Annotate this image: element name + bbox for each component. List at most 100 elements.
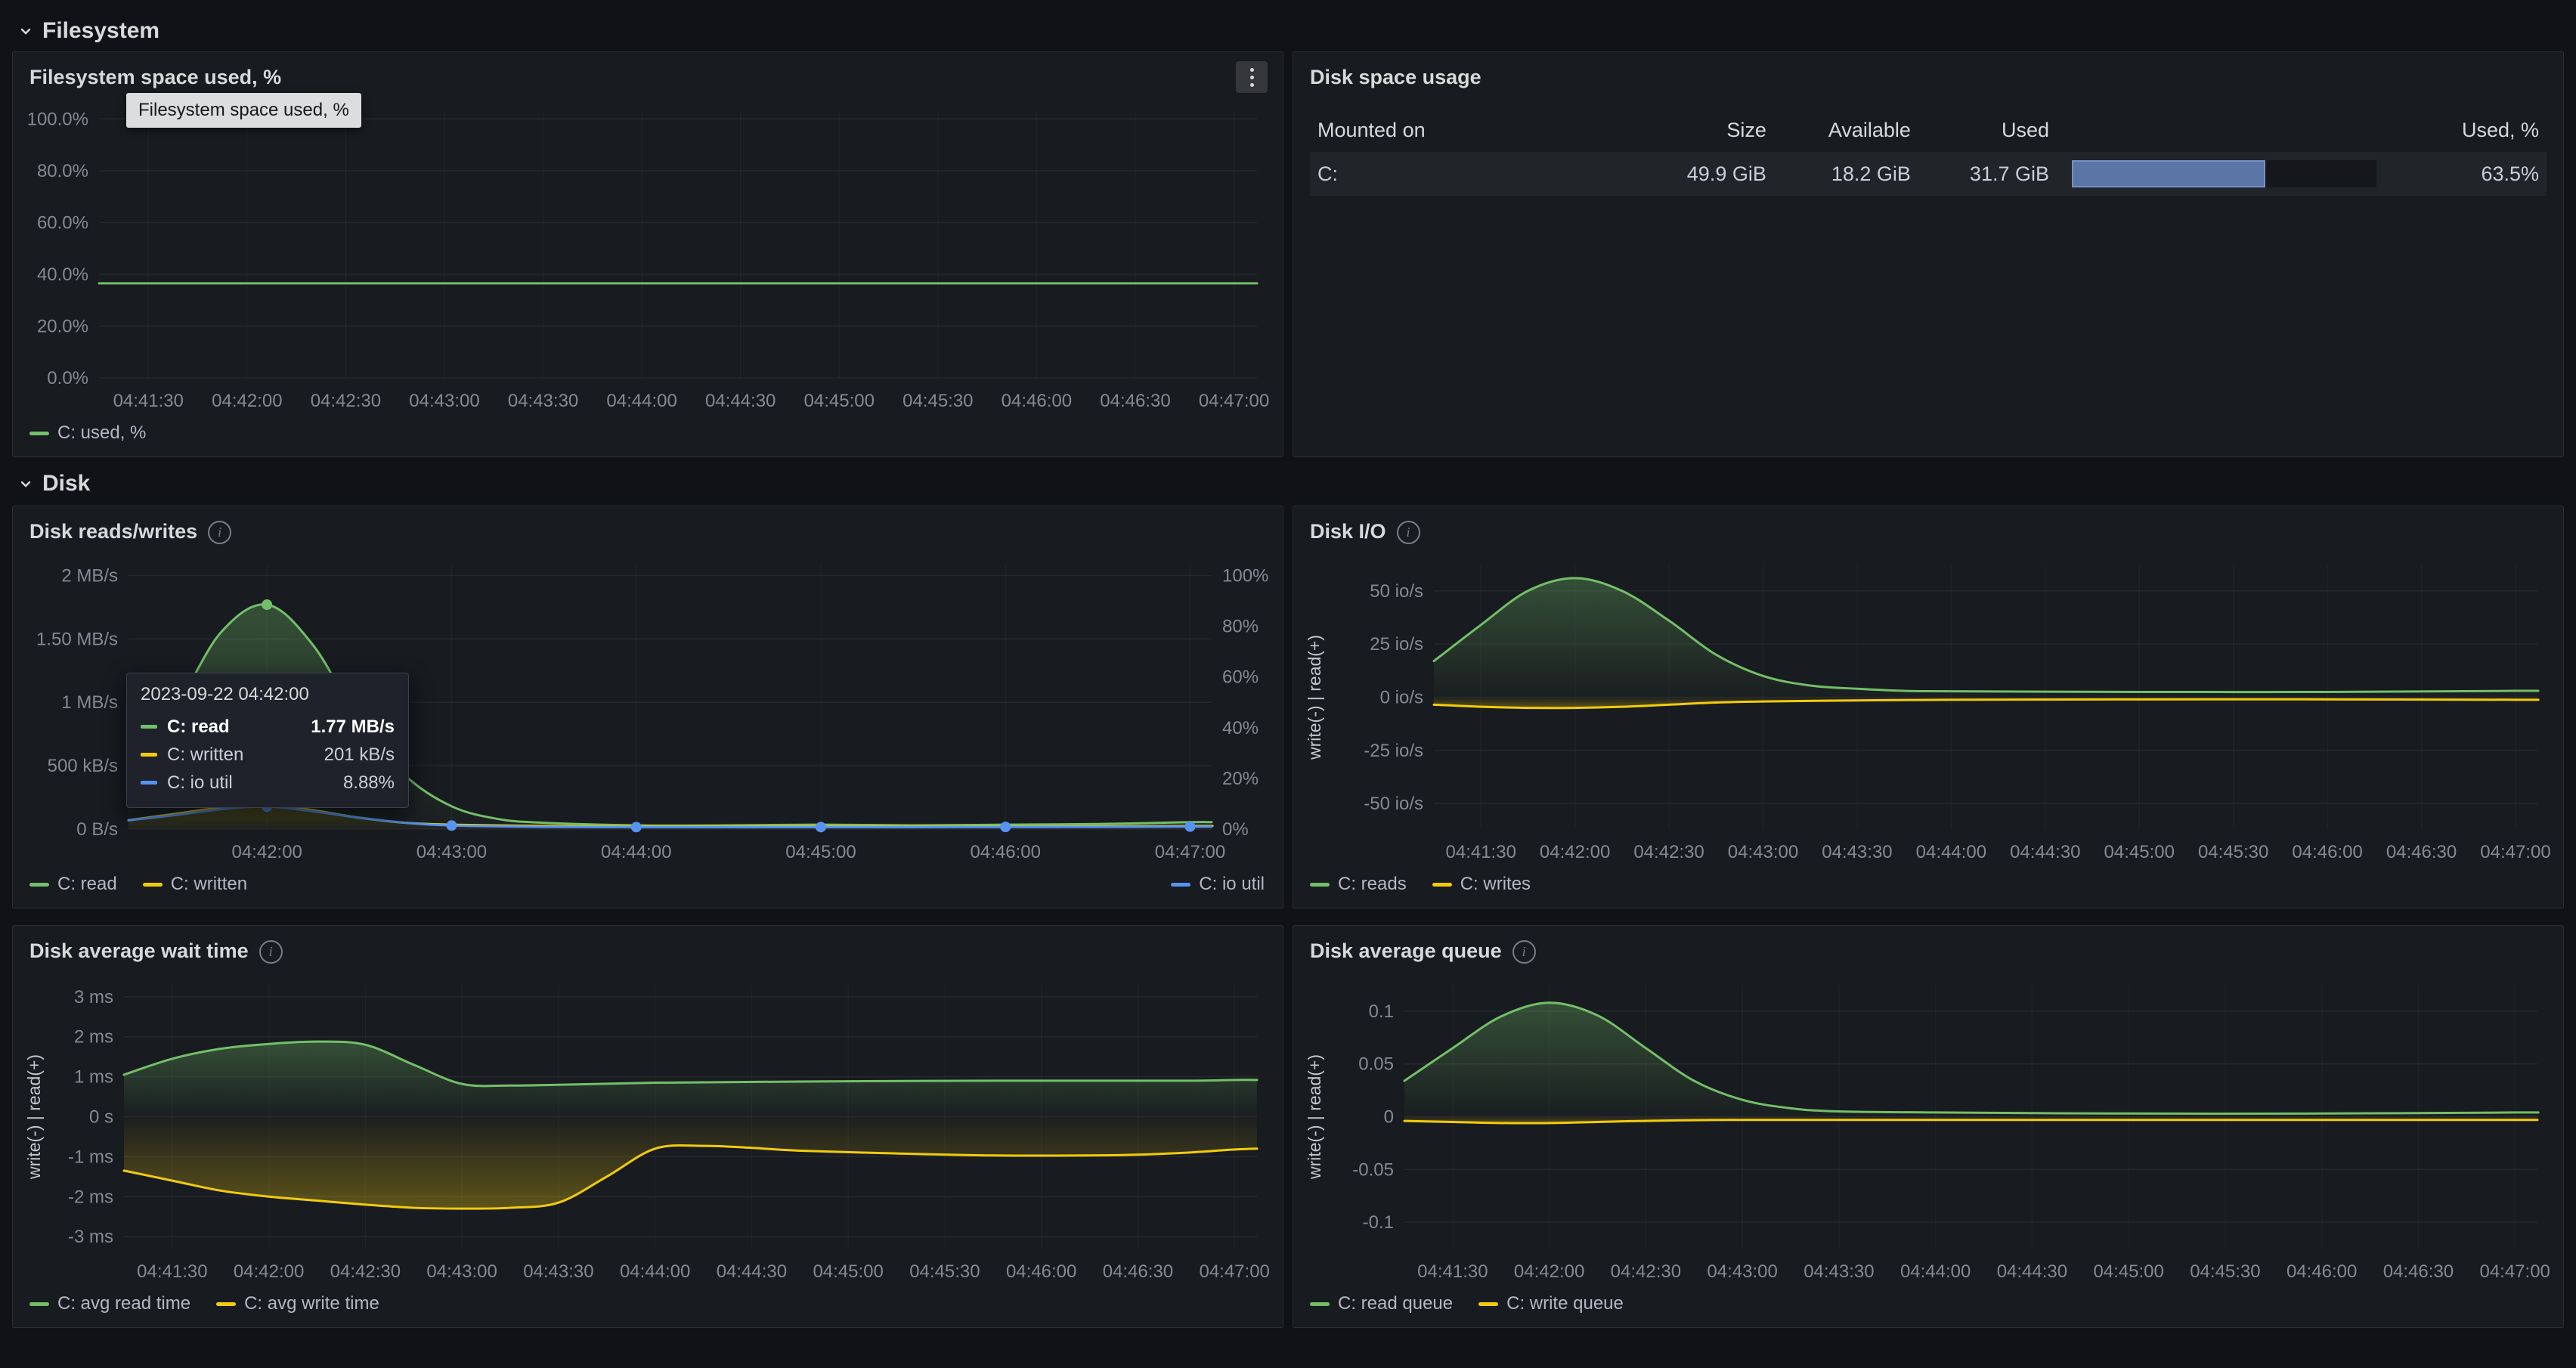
svg-text:40.0%: 40.0% <box>37 265 88 285</box>
legend-swatch <box>1432 883 1452 887</box>
tooltip-row: C: written 201 kB/s <box>141 741 395 769</box>
disk-space-table: Mounted on Size Available Used Used, % C… <box>1293 97 2563 206</box>
section-header-filesystem[interactable]: Filesystem <box>12 11 2564 51</box>
panel-header[interactable]: Filesystem space used, % <box>13 52 1283 97</box>
svg-text:04:45:00: 04:45:00 <box>813 1261 883 1282</box>
panel-title: Disk space usage <box>1310 66 1482 89</box>
dashboard-page: Filesystem Filesystem space used, % 04:4… <box>0 0 2576 1328</box>
chart-svg: 04:41:3004:42:0004:42:3004:43:0004:43:30… <box>1302 973 2553 1286</box>
svg-text:04:46:00: 04:46:00 <box>2292 842 2362 862</box>
series-swatch <box>141 781 157 785</box>
svg-text:04:44:00: 04:44:00 <box>601 842 671 862</box>
svg-text:write(-) | read(+): write(-) | read(+) <box>24 1054 44 1180</box>
svg-text:-0.1: -0.1 <box>1363 1212 1394 1233</box>
cell-size: 49.9 GiB <box>1657 162 1766 186</box>
disk-queue-chart[interactable]: 04:41:3004:42:0004:42:3004:43:0004:43:30… <box>1302 973 2553 1286</box>
panel-disk-space-usage: Disk space usage Mounted on Size Availab… <box>1293 51 2564 457</box>
column-header-used[interactable]: Used <box>1934 119 2049 142</box>
chart-legend: C: reads C: writes <box>1302 867 2553 902</box>
svg-text:04:46:30: 04:46:30 <box>1103 1261 1173 1282</box>
info-icon[interactable]: i <box>1397 521 1420 544</box>
legend-label: C: read <box>57 874 117 895</box>
info-icon[interactable]: i <box>259 940 283 964</box>
svg-text:04:43:30: 04:43:30 <box>1804 1261 1874 1282</box>
legend-item[interactable]: C: avg read time <box>29 1293 190 1314</box>
legend-swatch <box>29 432 49 435</box>
kebab-menu-icon[interactable] <box>1236 61 1268 93</box>
legend-label: C: used, % <box>57 422 146 444</box>
svg-text:04:43:00: 04:43:00 <box>1707 1261 1777 1282</box>
filesystem-usage-chart[interactable]: 04:41:3004:42:0004:42:3004:43:0004:43:30… <box>22 99 1272 416</box>
legend-item[interactable]: C: io util <box>1171 874 1265 895</box>
chart-legend: C: used, % <box>22 416 1272 450</box>
legend-item[interactable]: C: write queue <box>1478 1293 1624 1314</box>
svg-text:100.0%: 100.0% <box>27 109 88 129</box>
column-header-used-pct[interactable]: Used, % <box>2399 119 2539 142</box>
info-icon[interactable]: i <box>208 521 231 544</box>
panel-body: 04:41:3004:42:0004:42:3004:43:0004:43:30… <box>13 97 1283 457</box>
svg-text:04:45:00: 04:45:00 <box>2093 1261 2163 1282</box>
svg-text:04:44:00: 04:44:00 <box>1900 1261 1971 1282</box>
tooltip-series-label: C: written <box>167 744 243 766</box>
svg-text:0%: 0% <box>1222 819 1249 840</box>
svg-text:3 ms: 3 ms <box>74 987 113 1007</box>
panel-title: Disk reads/writes <box>29 520 197 543</box>
used-gauge-fill <box>2072 160 2265 187</box>
panel-header[interactable]: Disk I/O i <box>1293 506 2563 552</box>
svg-text:04:41:30: 04:41:30 <box>1446 842 1516 862</box>
legend-item[interactable]: C: read queue <box>1310 1293 1453 1314</box>
svg-text:04:43:00: 04:43:00 <box>416 842 487 862</box>
svg-text:04:45:30: 04:45:30 <box>903 391 973 411</box>
legend-item[interactable]: C: written <box>143 874 247 895</box>
column-header-size[interactable]: Size <box>1657 119 1766 142</box>
legend-swatch <box>29 1302 49 1306</box>
disk-io-chart[interactable]: 04:41:3004:42:0004:42:3004:43:0004:43:30… <box>1302 553 2553 867</box>
table-row[interactable]: C: 49.9 GiB 18.2 GiB 31.7 GiB 63.5% <box>1310 152 2547 196</box>
panel-body: 04:41:3004:42:0004:42:3004:43:0004:43:30… <box>13 971 1283 1327</box>
svg-text:04:45:00: 04:45:00 <box>2104 842 2175 862</box>
info-icon[interactable]: i <box>1512 940 1536 964</box>
svg-text:20.0%: 20.0% <box>37 316 88 336</box>
panel-header[interactable]: Disk space usage <box>1293 52 2563 97</box>
section-title: Disk <box>42 471 90 497</box>
svg-text:2 MB/s: 2 MB/s <box>61 565 118 586</box>
svg-text:04:46:30: 04:46:30 <box>2383 1261 2454 1282</box>
panel-header[interactable]: Disk average wait time i <box>13 926 1283 971</box>
svg-text:04:47:00: 04:47:00 <box>2479 1261 2550 1282</box>
svg-text:04:46:00: 04:46:00 <box>2287 1261 2357 1282</box>
svg-text:04:44:30: 04:44:30 <box>717 1261 787 1282</box>
legend-item[interactable]: C: avg write time <box>216 1293 379 1314</box>
column-header-mounted-on[interactable]: Mounted on <box>1317 119 1634 142</box>
chart-svg: 04:41:3004:42:0004:42:3004:43:0004:43:30… <box>1302 553 2553 867</box>
svg-text:04:42:00: 04:42:00 <box>1540 842 1610 862</box>
legend-label: C: written <box>171 874 247 895</box>
panel-header[interactable]: Disk average queue i <box>1293 926 2563 971</box>
disk-wait-time-chart[interactable]: 04:41:3004:42:0004:42:3004:43:0004:43:30… <box>22 973 1272 1286</box>
legend-item[interactable]: C: read <box>29 874 117 895</box>
legend-item[interactable]: C: reads <box>1310 874 1407 895</box>
legend-swatch <box>1310 1302 1330 1306</box>
svg-text:04:44:30: 04:44:30 <box>2010 842 2080 862</box>
svg-text:-3 ms: -3 ms <box>68 1227 113 1247</box>
svg-text:04:42:00: 04:42:00 <box>231 842 302 862</box>
svg-text:0 s: 0 s <box>89 1107 113 1128</box>
section-header-disk[interactable]: Disk <box>12 462 2564 506</box>
svg-text:40%: 40% <box>1222 718 1259 738</box>
svg-text:0: 0 <box>1384 1107 1394 1128</box>
column-header-available[interactable]: Available <box>1789 119 1911 142</box>
svg-text:04:43:00: 04:43:00 <box>426 1261 497 1282</box>
legend-item[interactable]: C: writes <box>1432 874 1531 895</box>
panel-title: Disk average wait time <box>29 939 249 963</box>
panel-header[interactable]: Disk reads/writes i <box>13 506 1283 552</box>
chart-legend: C: read queue C: write queue <box>1302 1286 2553 1321</box>
panel-filesystem-space-used: Filesystem space used, % 04:41:3004:42:0… <box>12 51 1283 457</box>
svg-text:04:42:30: 04:42:30 <box>1633 842 1704 862</box>
svg-text:04:46:00: 04:46:00 <box>1006 1261 1076 1282</box>
tooltip-series-value: 1.77 MB/s <box>291 716 395 738</box>
panel-title: Filesystem space used, % <box>29 66 281 89</box>
svg-text:0.0%: 0.0% <box>47 368 88 388</box>
legend-label: C: io util <box>1199 874 1265 895</box>
table-header-row: Mounted on Size Available Used Used, % <box>1310 108 2547 152</box>
legend-label: C: write queue <box>1506 1293 1624 1314</box>
legend-item[interactable]: C: used, % <box>29 422 146 444</box>
